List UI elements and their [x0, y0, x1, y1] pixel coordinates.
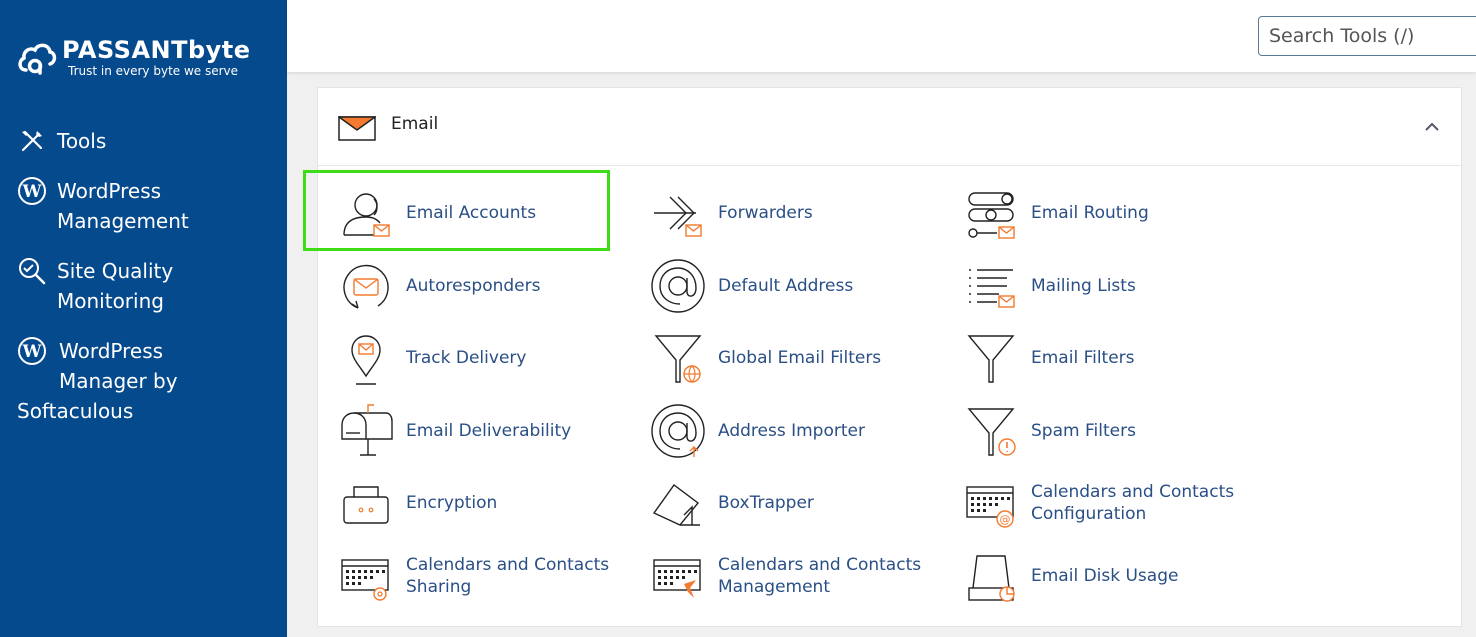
email-accounts-icon	[343, 193, 390, 237]
tool-label: Address Importer	[718, 421, 865, 441]
autoresponders-icon	[343, 264, 389, 309]
tool-label: Calendars and Contacts Management	[718, 555, 922, 597]
tool-mailing-lists[interactable]: Mailing Lists	[963, 258, 1136, 314]
tool-encryption[interactable]: Encryption	[338, 475, 497, 531]
tool-email-deliverability[interactable]: Email Deliverability	[338, 403, 571, 459]
tool-label: Email Accounts	[406, 203, 537, 223]
chevron-up-icon[interactable]	[1423, 118, 1441, 136]
map-pin-icon	[351, 335, 381, 385]
svg-text:W: W	[21, 182, 42, 202]
site-quality-icon	[17, 256, 47, 286]
at-import-icon	[651, 404, 705, 458]
sidebar-item-label: Tools	[57, 129, 107, 153]
wordpress-icon: W	[17, 176, 47, 206]
search-input[interactable]	[1258, 16, 1476, 56]
tool-calendars-contacts-sharing[interactable]: Calendars and Contacts Sharing	[338, 548, 609, 604]
sidebar-item-label-tail: Softaculous	[17, 399, 134, 423]
tool-email-accounts[interactable]: Email Accounts	[338, 185, 536, 241]
calendar-sharing-icon	[341, 559, 389, 601]
svg-text:W: W	[21, 342, 42, 362]
cloud-logo-icon	[18, 43, 57, 75]
tool-label: Forwarders	[718, 203, 813, 223]
tool-label: Autoresponders	[406, 276, 541, 296]
tool-forwarders[interactable]: Forwarders	[650, 185, 813, 241]
mailbox-icon	[341, 404, 393, 456]
tool-label: Calendars and Contacts Sharing	[406, 555, 610, 597]
tool-default-address[interactable]: Default Address	[650, 258, 853, 314]
tool-label: Email Disk Usage	[1031, 566, 1179, 586]
forwarders-icon	[654, 196, 702, 237]
sidebar-item-label: WordPress Management	[57, 179, 189, 233]
email-section-header[interactable]: Email	[318, 88, 1461, 166]
spam-filter-icon	[967, 408, 1016, 456]
brand-logo[interactable]: PASSANTbyte Trust in every byte we serve	[16, 36, 251, 78]
tool-label: Default Address	[718, 276, 854, 296]
wordpress-icon: W	[17, 336, 47, 366]
sidebar-item-site-quality-monitoring[interactable]: Site Quality Monitoring	[17, 256, 173, 316]
sidebar-item-label: Site Quality Monitoring	[57, 259, 174, 313]
email-routing-icon	[968, 192, 1015, 239]
at-sign-icon	[651, 259, 705, 313]
brand-name: PASSANTbyte	[62, 36, 251, 64]
lock-box-icon	[343, 486, 389, 524]
tool-calendars-contacts-management[interactable]: Calendars and Contacts Management	[650, 548, 921, 604]
envelope-icon	[338, 116, 376, 141]
tool-label: Global Email Filters	[718, 348, 882, 368]
section-title: Email	[391, 114, 439, 134]
sidebar-item-wordpress-manager-softaculous[interactable]: W WordPress Manager by Softaculous	[17, 336, 178, 426]
tool-autoresponders[interactable]: Autoresponders	[338, 258, 540, 314]
tool-label: Email Deliverability	[406, 421, 572, 441]
tool-calendars-contacts-configuration[interactable]: @ Calendars and Contacts Configuration	[963, 475, 1234, 531]
tool-global-email-filters[interactable]: Global Email Filters	[650, 330, 881, 386]
tools-icon	[17, 126, 47, 156]
tool-label: Encryption	[406, 493, 498, 513]
tool-label: Spam Filters	[1031, 421, 1136, 441]
tool-address-importer[interactable]: Address Importer	[650, 403, 865, 459]
calendar-config-icon: @	[966, 486, 1014, 528]
sidebar-item-label: WordPress Manager by	[59, 339, 178, 393]
calendar-management-icon	[653, 559, 701, 598]
tool-label: BoxTrapper	[718, 493, 814, 513]
tool-track-delivery[interactable]: Track Delivery	[338, 330, 526, 386]
filter-icon	[967, 335, 1015, 383]
sidebar-item-wordpress-management[interactable]: W WordPress Management	[17, 176, 189, 236]
mailing-lists-icon	[969, 269, 1015, 308]
brand-tagline: Trust in every byte we serve	[68, 64, 239, 78]
tool-label: Email Routing	[1031, 203, 1149, 223]
top-bar	[287, 0, 1476, 72]
tool-label: Mailing Lists	[1031, 276, 1136, 296]
tool-boxtrapper[interactable]: BoxTrapper	[650, 475, 814, 531]
tool-label: Track Delivery	[406, 348, 527, 368]
sidebar: PASSANTbyte Trust in every byte we serve…	[0, 0, 287, 637]
disk-usage-icon	[968, 555, 1015, 602]
svg-text:@: @	[1000, 513, 1011, 526]
tool-label: Calendars and Contacts Configuration	[1031, 482, 1235, 524]
tool-spam-filters[interactable]: Spam Filters	[963, 403, 1136, 459]
tool-email-routing[interactable]: Email Routing	[963, 185, 1149, 241]
tool-email-filters[interactable]: Email Filters	[963, 330, 1135, 386]
global-filter-icon	[654, 335, 702, 383]
tool-label: Email Filters	[1031, 348, 1135, 368]
boxtrapper-icon	[652, 484, 700, 526]
sidebar-item-tools[interactable]: Tools	[17, 126, 106, 156]
tool-email-disk-usage[interactable]: Email Disk Usage	[963, 548, 1178, 604]
